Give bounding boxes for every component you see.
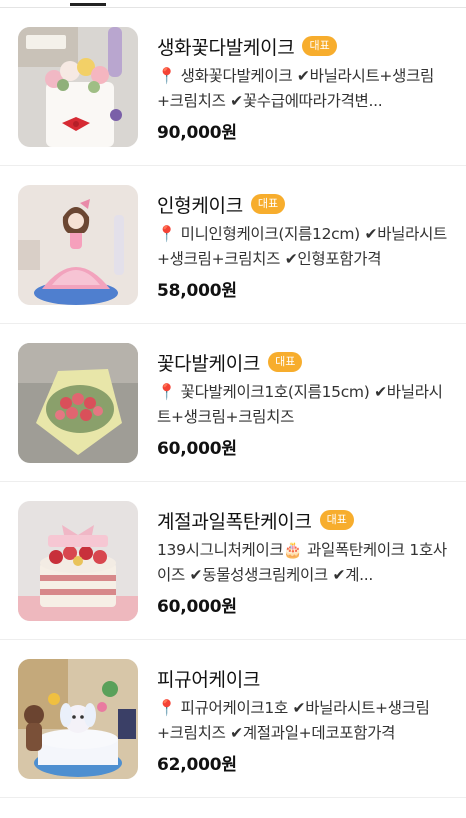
menu-item-photo [18,27,138,147]
menu-item-photo [18,659,138,779]
active-tab-indicator [70,3,106,6]
menu-item-description: 📍 생화꽃다발케이크 ✔바닐라시트+생크림+크림치즈 ✔꽃수급에따라가격변... [157,67,434,110]
menu-item[interactable]: 인형케이크 대표 📍 미니인형케이크(지름12cm) ✔바닐라시트+생크림+크림… [0,166,466,324]
menu-item[interactable]: 계절과일폭탄케이크 대표 139시그니처케이크🎂 과일폭탄케이크 1호사이즈 ✔… [0,482,466,640]
menu-item-photo [18,501,138,621]
menu-item-description: 📍 꽃다발케이크1호(지름15cm) ✔바닐라시트+생크림+크림치즈 [157,383,443,426]
menu-item-description: 139시그니처케이크🎂 과일폭탄케이크 1호사이즈 ✔동물성생크림케이크 ✔계.… [157,541,447,584]
signature-badge: 대표 [319,510,354,530]
menu-item-photo [18,343,138,463]
menu-item-name: 인형케이크 [157,194,243,217]
signature-badge: 대표 [268,352,303,372]
menu-list: 생화꽃다발케이크 대표 📍 생화꽃다발케이크 ✔바닐라시트+생크림+크림치즈 ✔… [0,8,466,798]
menu-item-description: 📍 피규어케이크1호 ✔바닐라시트+생크림+크림치즈 ✔계절과일+데코포함가격 [157,699,430,742]
menu-item-name: 피규어케이크 [157,668,261,691]
menu-item[interactable]: 꽃다발케이크 대표 📍 꽃다발케이크1호(지름15cm) ✔바닐라시트+생크림+… [0,324,466,482]
signature-badge: 대표 [302,36,337,56]
fruit-bomb-cake-photo-icon [18,501,138,621]
top-tab-bar [0,0,466,8]
doll-cake-photo-icon [18,185,138,305]
menu-item-name: 생화꽃다발케이크 [157,36,295,59]
menu-item-description: 📍 미니인형케이크(지름12cm) ✔바닐라시트+생크림+크림치즈 ✔인형포함가… [157,225,448,268]
menu-item[interactable]: 피규어케이크 📍 피규어케이크1호 ✔바닐라시트+생크림+크림치즈 ✔계절과일+… [0,640,466,798]
flower-bouquet-cake-photo-icon [18,343,138,463]
menu-item-price: 58,000원 [157,281,237,301]
menu-item-photo [18,185,138,305]
menu-item-price: 60,000원 [157,597,237,617]
cake-flower-bouquet-photo-icon [18,27,138,147]
menu-item[interactable]: 생화꽃다발케이크 대표 📍 생화꽃다발케이크 ✔바닐라시트+생크림+크림치즈 ✔… [0,8,466,166]
signature-badge: 대표 [250,194,286,214]
menu-item-price: 90,000원 [157,123,237,143]
menu-item-name: 계절과일폭탄케이크 [157,510,312,533]
menu-item-name: 꽃다발케이크 [157,352,261,375]
figure-cake-photo-icon [18,659,138,779]
menu-item-price: 60,000원 [157,439,237,459]
menu-item-price: 62,000원 [157,755,237,775]
